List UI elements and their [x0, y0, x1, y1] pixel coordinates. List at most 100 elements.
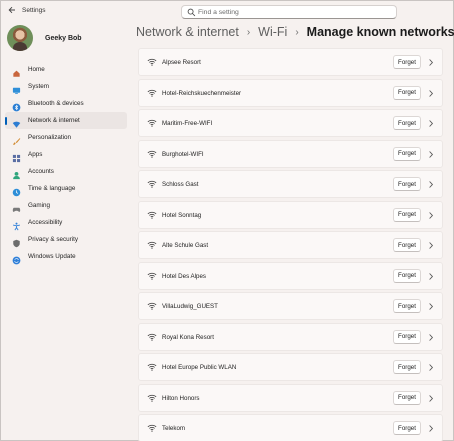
list-item[interactable]: Hotel Europe Public WLAN Forget — [138, 353, 443, 381]
wifi-icon — [147, 150, 157, 158]
sidebar-item-label: Windows Update — [28, 253, 76, 260]
wifi-icon — [12, 116, 21, 128]
sidebar-item-label: Personalization — [28, 134, 72, 141]
search-input[interactable] — [198, 7, 388, 17]
sidebar-item-label: Home — [28, 66, 45, 73]
network-name: Burghotel-WIFI — [162, 150, 204, 158]
network-name: Alpsee Resort — [162, 59, 201, 66]
forget-button[interactable]: Forget — [393, 390, 421, 405]
sidebar-item-gaming[interactable]: Gaming — [5, 197, 127, 214]
chevron-right-icon[interactable] — [428, 119, 434, 128]
sidebar-item-network-internet[interactable]: Network & internet — [5, 112, 127, 129]
sidebar-item-apps[interactable]: Apps — [5, 146, 127, 163]
sidebar-item-bluetooth-devices[interactable]: Bluetooth & devices — [5, 95, 127, 112]
forget-button[interactable]: Forget — [393, 360, 421, 374]
list-item[interactable]: Schloss Gast Forget — [138, 170, 443, 198]
breadcrumb-network[interactable]: Network & internet — [136, 25, 239, 39]
settings-window: Settings Geeky Bob Home System Bluetooth &… — [0, 0, 454, 441]
wifi-icon — [147, 424, 157, 432]
page-title: Manage known networks — [306, 25, 454, 39]
user-profile[interactable]: Geeky Bob — [7, 25, 82, 51]
network-name: Royal Kona Resort — [162, 333, 214, 341]
back-button[interactable] — [7, 6, 17, 16]
accessibility-icon — [12, 218, 21, 231]
network-name: Maritim-Free-WIFI — [162, 120, 213, 127]
list-item[interactable]: Telekom Forget — [138, 414, 443, 441]
list-item[interactable]: Hotel Sonntag Forget — [138, 200, 443, 229]
forget-button[interactable]: Forget — [393, 146, 421, 161]
known-networks-list: Alpsee Resort Forget Hotel-Reichskuechenme… — [138, 48, 443, 441]
list-item[interactable]: Royal Kona Resort Forget — [138, 322, 443, 351]
chevron-right-icon[interactable] — [428, 180, 434, 189]
list-item[interactable]: Alte Schule Gast Forget — [138, 231, 443, 259]
sidebar-item-label: Time & language — [28, 185, 76, 192]
sidebar-item-home[interactable]: Home — [5, 61, 127, 78]
breadcrumb: Network & internet › Wi-Fi › Manage know… — [136, 25, 454, 39]
forget-button[interactable]: Forget — [393, 85, 421, 100]
scrollbar[interactable] — [448, 51, 450, 431]
chevron-right-icon[interactable] — [428, 241, 434, 250]
forget-button[interactable]: Forget — [393, 177, 421, 191]
sidebar-item-label: Network & internet — [28, 117, 80, 124]
avatar — [7, 25, 33, 51]
chevron-right-icon[interactable] — [428, 302, 434, 311]
chevron-right-icon[interactable] — [428, 58, 434, 67]
wifi-icon — [147, 119, 157, 127]
wifi-icon — [147, 302, 157, 310]
chevron-right-icon: › — [295, 26, 299, 38]
list-item[interactable]: Hotel-Reichskuechenmeister Forget — [138, 78, 443, 107]
network-name: Telekom — [162, 425, 186, 432]
chevron-right-icon[interactable] — [428, 333, 434, 342]
sidebar-item-label: Bluetooth & devices — [28, 100, 84, 107]
chevron-right-icon[interactable] — [428, 363, 434, 372]
list-item[interactable]: Hotel Des Alpes Forget — [138, 261, 443, 290]
chevron-right-icon[interactable] — [428, 424, 434, 433]
wifi-icon — [147, 211, 157, 219]
forget-button[interactable]: Forget — [393, 116, 421, 130]
sidebar-item-label: Accessibility — [28, 219, 63, 226]
sidebar-item-label: Privacy & security — [28, 236, 79, 243]
chevron-right-icon[interactable] — [428, 211, 434, 220]
search-icon — [187, 8, 196, 17]
forget-button[interactable]: Forget — [393, 55, 421, 69]
forget-button[interactable]: Forget — [393, 421, 421, 435]
arrow-left-icon — [8, 6, 15, 14]
chevron-right-icon[interactable] — [428, 272, 434, 281]
sidebar-item-privacy-security[interactable]: Privacy & security — [5, 231, 127, 248]
forget-button[interactable]: Forget — [393, 329, 421, 344]
person-icon — [12, 167, 21, 180]
wifi-icon — [147, 394, 157, 402]
network-name: Hotel-Reichskuechenmeister — [162, 89, 242, 97]
system-icon — [12, 82, 21, 95]
globe-clock-icon — [12, 184, 21, 197]
forget-button[interactable]: Forget — [393, 299, 421, 313]
chevron-right-icon[interactable] — [428, 89, 434, 98]
bluetooth-icon — [12, 99, 21, 112]
wifi-icon — [147, 272, 157, 280]
network-name: Schloss Gast — [162, 181, 199, 188]
list-item[interactable]: Hilton Honors Forget — [138, 383, 443, 412]
forget-button[interactable]: Forget — [393, 207, 421, 222]
breadcrumb-wifi[interactable]: Wi-Fi — [258, 25, 287, 39]
sidebar-item-time-language[interactable]: Time & language — [5, 180, 127, 197]
list-item[interactable]: Burghotel-WIFI Forget — [138, 139, 443, 168]
sidebar-item-system[interactable]: System — [5, 78, 127, 95]
sidebar-item-windows-update[interactable]: Windows Update — [5, 248, 127, 265]
list-item[interactable]: VillaLudwig_GUEST Forget — [138, 292, 443, 320]
forget-button[interactable]: Forget — [393, 238, 421, 252]
update-icon — [12, 252, 21, 265]
app-title: Settings — [22, 7, 46, 14]
sidebar-item-accessibility[interactable]: Accessibility — [5, 214, 127, 231]
search-box[interactable] — [181, 5, 397, 19]
sidebar-item-label: Gaming — [28, 202, 51, 209]
list-item[interactable]: Alpsee Resort Forget — [138, 48, 443, 76]
list-item[interactable]: Maritim-Free-WIFI Forget — [138, 109, 443, 137]
gamepad-icon — [12, 201, 21, 212]
network-name: Hotel Des Alpes — [162, 272, 207, 280]
sidebar-item-personalization[interactable]: Personalization — [5, 129, 127, 146]
sidebar-item-accounts[interactable]: Accounts — [5, 163, 127, 180]
forget-button[interactable]: Forget — [393, 268, 421, 283]
network-name: Alte Schule Gast — [162, 242, 209, 249]
chevron-right-icon[interactable] — [428, 150, 434, 159]
chevron-right-icon[interactable] — [428, 394, 434, 403]
